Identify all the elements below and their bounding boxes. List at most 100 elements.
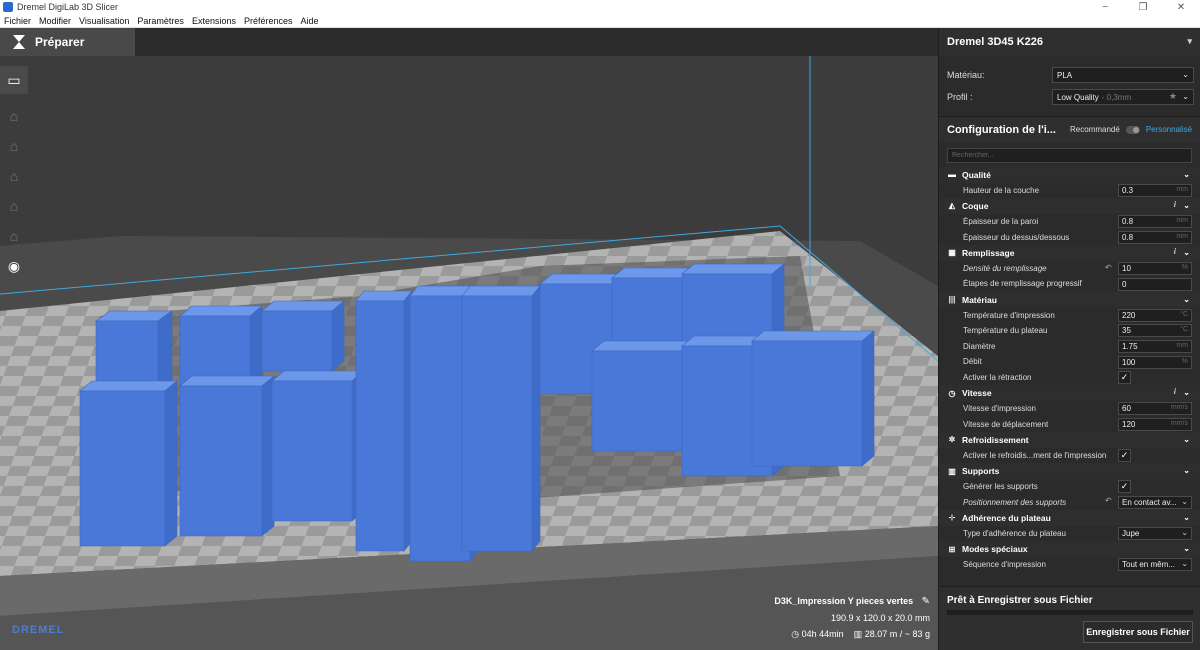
setting-input[interactable]: 0.8 mm bbox=[1118, 215, 1192, 229]
model-14-front[interactable] bbox=[751, 340, 863, 467]
move-tool-button[interactable]: ⌂ bbox=[0, 102, 28, 130]
section-1[interactable]: ◭ Coque i ⌄ bbox=[939, 198, 1200, 214]
setting-checkbox[interactable]: ✓ bbox=[1118, 371, 1131, 385]
setting-select[interactable]: Tout en mêm... ⌄ bbox=[1118, 558, 1192, 572]
setting-input[interactable]: 10% bbox=[1118, 262, 1192, 276]
setting-label: Épaisseur du dessus/dessous bbox=[963, 232, 1070, 242]
section-3[interactable]: ||| Matériau ⌄ bbox=[939, 291, 1200, 308]
info-icon[interactable]: i bbox=[1174, 200, 1176, 209]
model-0-side[interactable] bbox=[157, 310, 173, 392]
info-icon[interactable]: i bbox=[1174, 247, 1176, 256]
maximize-button[interactable]: ❐ bbox=[1124, 2, 1162, 13]
material-select[interactable]: PLA ⌄ bbox=[1052, 67, 1194, 83]
info-icon[interactable]: i bbox=[1174, 387, 1176, 396]
setting-input[interactable]: 220 °C bbox=[1118, 308, 1192, 322]
model-2-top[interactable] bbox=[261, 300, 345, 312]
model-7-front[interactable] bbox=[409, 295, 471, 562]
model-12-top[interactable] bbox=[591, 340, 695, 352]
edit-pencil-icon[interactable]: ✎ bbox=[922, 596, 930, 607]
setting-input[interactable]: 1.75 mm bbox=[1118, 340, 1192, 354]
mirror-tool-button[interactable]: ⌂ bbox=[0, 192, 28, 220]
setting-checkbox[interactable]: ✓ bbox=[1118, 449, 1131, 463]
reset-icon[interactable]: ↶ bbox=[1105, 263, 1112, 272]
star-icon[interactable]: ★ bbox=[1169, 91, 1177, 102]
setting-checkbox[interactable]: ✓ bbox=[1118, 480, 1131, 494]
setting-input[interactable]: 120 mm/s bbox=[1118, 418, 1192, 431]
section-0[interactable]: ▬ Qualité ⌄ bbox=[939, 167, 1200, 183]
model-4-front[interactable] bbox=[179, 385, 263, 537]
model-0-front[interactable] bbox=[95, 320, 159, 392]
setting-input[interactable]: 60 mm/s bbox=[1118, 402, 1192, 416]
chevron-down-icon: ⌄ bbox=[1181, 528, 1188, 538]
model-3-top[interactable] bbox=[79, 380, 178, 392]
setting-row: Générer les supports ✓ bbox=[939, 479, 1200, 495]
setting-row: Vitesse d'impression 60 mm/s bbox=[939, 401, 1200, 417]
close-button[interactable]: ✕ bbox=[1162, 2, 1200, 13]
setting-unit: mm bbox=[1176, 232, 1188, 240]
model-8-top[interactable] bbox=[461, 285, 541, 297]
mode-toggle[interactable] bbox=[1125, 125, 1140, 134]
setting-label: Hauteur de la couche bbox=[963, 185, 1040, 195]
model-14-side[interactable] bbox=[861, 330, 875, 467]
recommended-label[interactable]: Recommandé bbox=[1070, 125, 1120, 134]
setting-value: 0.8 bbox=[1122, 217, 1134, 227]
setting-input[interactable]: 0 bbox=[1118, 277, 1192, 291]
model-1-side[interactable] bbox=[249, 305, 263, 387]
save-to-file-button[interactable]: Enregistrer sous Fichier bbox=[1083, 621, 1193, 643]
menu-parametres[interactable]: Paramètres bbox=[137, 16, 184, 26]
model-2-side[interactable] bbox=[331, 300, 345, 372]
setting-select[interactable]: Jupe ⌄ bbox=[1118, 527, 1192, 541]
setting-unit: mm bbox=[1176, 186, 1188, 194]
model-3-side[interactable] bbox=[164, 380, 178, 547]
model-5-front[interactable] bbox=[271, 380, 353, 522]
window-title: Dremel DigiLab 3D Slicer bbox=[17, 2, 119, 12]
per-model-settings-button[interactable]: ⌂ bbox=[0, 222, 28, 250]
setting-row: Température du plateau 35 °C bbox=[939, 323, 1200, 339]
section-2[interactable]: ▦ Remplissage i ⌄ bbox=[939, 244, 1200, 261]
menu-aide[interactable]: Aide bbox=[301, 16, 319, 26]
open-file-button[interactable]: ▭ bbox=[0, 66, 28, 94]
rotate-tool-button[interactable]: ⌂ bbox=[0, 162, 28, 190]
setting-input[interactable]: 0.8 mm bbox=[1118, 230, 1192, 244]
setting-label: Débit bbox=[963, 357, 982, 367]
custom-label[interactable]: Personnalisé bbox=[1146, 125, 1192, 134]
model-3-front[interactable] bbox=[79, 390, 166, 547]
model-12-front[interactable] bbox=[591, 350, 683, 452]
reset-icon[interactable]: ↶ bbox=[1105, 496, 1112, 505]
view-mode-button[interactable]: ◉ bbox=[0, 252, 28, 280]
scale-tool-button[interactable]: ⌂ bbox=[0, 132, 28, 160]
section-6[interactable]: ▥ Supports ⌄ bbox=[939, 463, 1200, 479]
model-5-top[interactable] bbox=[271, 370, 365, 382]
section-7[interactable]: ⊹ Adhérence du plateau ⌄ bbox=[939, 510, 1200, 526]
menu-extensions[interactable]: Extensions bbox=[192, 16, 236, 26]
profile-select[interactable]: Low Quality - 0,3mm ★ ⌄ bbox=[1052, 89, 1194, 105]
setting-input[interactable]: 100% bbox=[1118, 355, 1192, 369]
menu-preferences[interactable]: Préférences bbox=[244, 16, 293, 26]
model-11-top[interactable] bbox=[681, 263, 785, 275]
model-2-front[interactable] bbox=[261, 310, 333, 372]
minimize-button[interactable]: − bbox=[1086, 2, 1124, 13]
model-6-front[interactable] bbox=[355, 300, 405, 552]
model-4-top[interactable] bbox=[179, 375, 275, 387]
setting-input[interactable]: 35 °C bbox=[1118, 324, 1192, 338]
model-8-front[interactable] bbox=[461, 295, 533, 552]
model-1-front[interactable] bbox=[179, 315, 251, 387]
3d-viewport[interactable]: DREMEL D3K_Impression Y pieces vertes ✎ … bbox=[0, 56, 938, 650]
prepare-stage-button[interactable]: Préparer bbox=[0, 28, 135, 56]
section-4[interactable]: ◷ Vitesse i ⌄ bbox=[939, 385, 1200, 401]
printer-selector[interactable]: Dremel 3D45 K226 ▾ bbox=[939, 28, 1200, 56]
setting-select[interactable]: En contact av... ⌄ bbox=[1118, 495, 1192, 509]
setting-value: 1.75 bbox=[1122, 342, 1138, 352]
section-5[interactable]: ✲ Refroidissement ⌄ bbox=[939, 432, 1200, 448]
setting-input[interactable]: 0.3 mm bbox=[1118, 184, 1192, 198]
model-8-side[interactable] bbox=[531, 285, 541, 552]
menu-visualisation[interactable]: Visualisation bbox=[79, 16, 129, 26]
section-8[interactable]: ⊞ Modes spéciaux ⌄ bbox=[939, 541, 1200, 557]
model-6-top[interactable] bbox=[355, 290, 413, 302]
model-1-top[interactable] bbox=[179, 305, 263, 317]
menu-fichier[interactable]: Fichier bbox=[4, 16, 31, 26]
menu-modifier[interactable]: Modifier bbox=[39, 16, 71, 26]
setting-row: Densité du remplissage ↶ 10% bbox=[939, 261, 1200, 277]
settings-search-input[interactable]: Rechercher... bbox=[947, 148, 1192, 163]
model-14-top[interactable] bbox=[751, 330, 875, 342]
